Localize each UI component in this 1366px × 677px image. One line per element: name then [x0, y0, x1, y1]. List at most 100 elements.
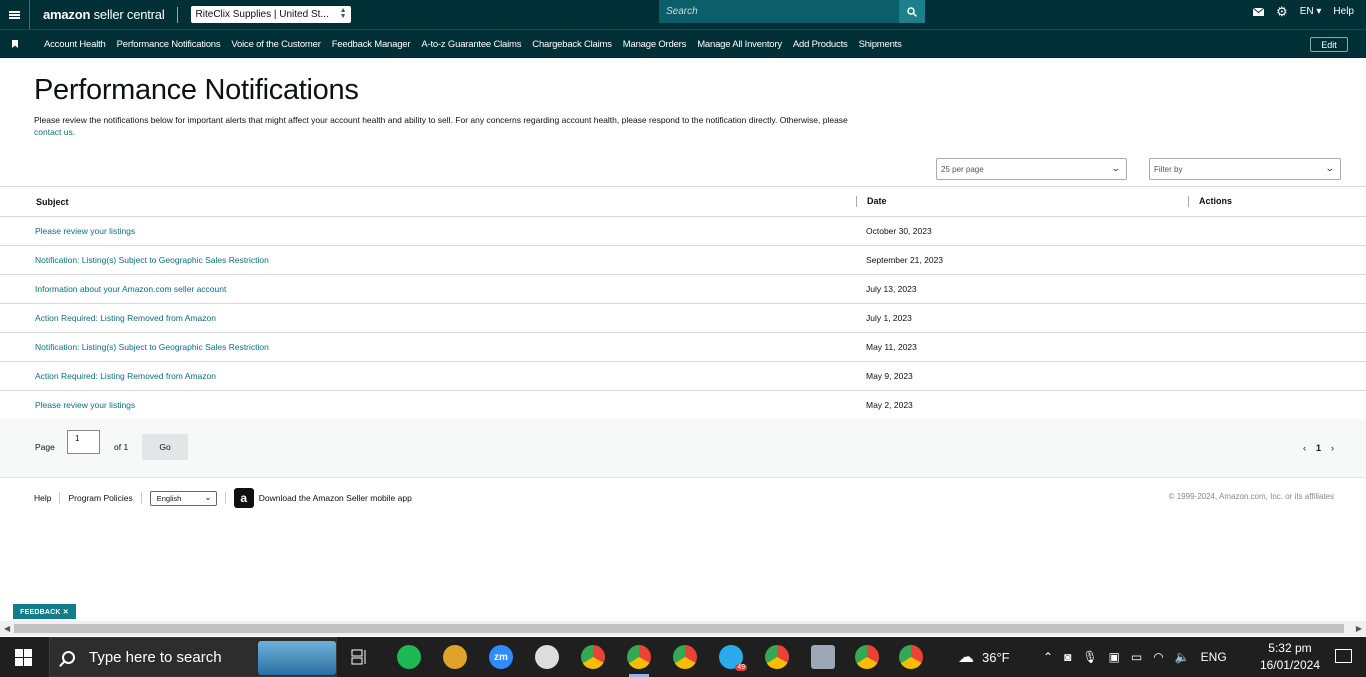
- microphone-icon[interactable]: 🎙: [1082, 650, 1097, 664]
- chrome-profile-orange-icon[interactable]: [765, 645, 789, 669]
- nav-manage-inventory[interactable]: Manage All Inventory: [697, 39, 782, 50]
- description-text: Please review the notifications below fo…: [34, 115, 848, 125]
- search-input[interactable]: Search: [659, 0, 899, 23]
- menu-icon[interactable]: [0, 0, 30, 29]
- nav-shipments[interactable]: Shipments: [859, 39, 902, 50]
- battery-icon[interactable]: ▭: [1131, 650, 1142, 664]
- gear-icon[interactable]: ⚙: [1276, 5, 1288, 18]
- taskbar-search[interactable]: Type here to search: [49, 637, 337, 677]
- nav-feedback-manager[interactable]: Feedback Manager: [332, 39, 411, 50]
- camera-icon[interactable]: ◙: [1064, 650, 1071, 664]
- notification-date: October 30, 2023: [866, 226, 932, 236]
- page-footer: Help Program Policies English ⌄ a Downlo…: [34, 488, 1334, 508]
- notification-subject-link[interactable]: Information about your Amazon.com seller…: [35, 284, 226, 294]
- seller-central-logo[interactable]: amazon seller central: [43, 7, 165, 22]
- page-title: Performance Notifications: [34, 74, 359, 106]
- store-selector[interactable]: RiteClix Supplies | United St... ▲ ▼: [190, 6, 351, 23]
- chevron-down-icon: ⌄: [1325, 163, 1336, 173]
- language-label: EN: [1299, 6, 1314, 17]
- chrome-profile-s-icon[interactable]: [855, 645, 879, 669]
- nav-account-health[interactable]: Account Health: [44, 39, 106, 50]
- notification-subject-link[interactable]: Action Required: Listing Removed from Am…: [35, 371, 216, 381]
- download-app-link[interactable]: Download the Amazon Seller mobile app: [259, 493, 412, 503]
- wifi-icon[interactable]: ◠: [1153, 650, 1163, 664]
- nav-add-products[interactable]: Add Products: [793, 39, 848, 50]
- chevron-down-icon: ⌄: [204, 491, 212, 502]
- column-subject[interactable]: Subject: [36, 197, 69, 207]
- amazon-app-icon[interactable]: a: [233, 488, 254, 508]
- chevron-right-icon[interactable]: ›: [1331, 443, 1334, 453]
- nav-chargeback-claims[interactable]: Chargeback Claims: [532, 39, 612, 50]
- nav-performance-notifications[interactable]: Performance Notifications: [117, 39, 221, 50]
- contact-us-link[interactable]: contact us.: [34, 127, 75, 137]
- notifications-table: Subject Date Actions Please review your …: [0, 186, 1366, 420]
- input-language[interactable]: ENG: [1201, 650, 1227, 664]
- chrome-profile-m-icon[interactable]: [673, 645, 697, 669]
- edit-nav-button[interactable]: Edit: [1310, 37, 1348, 52]
- spotify-icon[interactable]: [397, 645, 421, 669]
- nav-a-to-z-claims[interactable]: A-to-z Guarantee Claims: [421, 39, 521, 50]
- mail-icon[interactable]: [1253, 7, 1265, 16]
- page-number-input[interactable]: 1: [67, 430, 100, 454]
- chevron-left-icon[interactable]: ‹: [1303, 443, 1306, 453]
- table-row: Please review your listings October 30, …: [0, 217, 1366, 246]
- store-selector-label: RiteClix Supplies | United St...: [195, 9, 329, 20]
- filter-placeholder: Filter by: [1154, 164, 1183, 174]
- notification-date: July 1, 2023: [866, 313, 912, 323]
- notification-subject-link[interactable]: Notification: Listing(s) Subject to Geog…: [35, 342, 269, 352]
- footer-divider: [59, 492, 61, 504]
- footer-help-link[interactable]: Help: [34, 493, 51, 503]
- scrollbar-thumb[interactable]: [14, 624, 1344, 633]
- calculator-icon[interactable]: [811, 645, 835, 669]
- app-icon[interactable]: [443, 645, 467, 669]
- page-label: Page: [35, 442, 55, 452]
- notification-center-icon[interactable]: [1335, 649, 1352, 663]
- system-tray: ⌃ ◙ 🎙 ▣ ▭ ◠ 🔈 ENG: [1043, 637, 1227, 677]
- search-icon: [907, 6, 917, 17]
- system-clock[interactable]: 5:32 pm 16/01/2024: [1260, 640, 1320, 674]
- scroll-left-arrow-icon[interactable]: ◀: [4, 624, 10, 633]
- table-row: Please review your listings May 2, 2023: [0, 391, 1366, 420]
- windows-start-icon[interactable]: [15, 649, 32, 666]
- volume-icon[interactable]: 🔈: [1175, 650, 1190, 664]
- chevron-up-icon[interactable]: ⌃: [1043, 650, 1053, 664]
- nav-manage-orders[interactable]: Manage Orders: [623, 39, 687, 50]
- notification-subject-link[interactable]: Notification: Listing(s) Subject to Geog…: [35, 255, 269, 265]
- language-selector[interactable]: EN ▾: [1300, 6, 1322, 17]
- notification-date: May 2, 2023: [866, 400, 913, 410]
- zoom-icon[interactable]: zm: [489, 645, 513, 669]
- footer-language-select[interactable]: English ⌄: [149, 490, 217, 506]
- table-header: Subject Date Actions: [0, 187, 1366, 217]
- pager-nav: ‹ 1 ›: [1303, 443, 1334, 453]
- nav-items: Account Health Performance Notifications…: [44, 39, 902, 50]
- feedback-button[interactable]: FEEDBACK ✕: [13, 604, 76, 619]
- filter-select[interactable]: Filter by ⌄: [1149, 158, 1341, 180]
- nav-voice-of-customer[interactable]: Voice of the Customer: [231, 39, 320, 50]
- per-page-value: 25 per page: [941, 164, 984, 174]
- scroll-right-arrow-icon[interactable]: ▶: [1356, 624, 1362, 633]
- notification-subject-link[interactable]: Please review your listings: [35, 400, 135, 410]
- weather-widget[interactable]: ☁ 36°F: [958, 637, 1010, 677]
- bookmark-icon[interactable]: [0, 40, 30, 48]
- help-link[interactable]: Help: [1333, 6, 1354, 17]
- header-actions: ⚙ EN ▾ Help: [1253, 0, 1354, 23]
- notification-subject-link[interactable]: Action Required: Listing Removed from Am…: [35, 313, 216, 323]
- program-policies-link[interactable]: Program Policies: [68, 493, 132, 503]
- device-icon[interactable]: ▣: [1109, 650, 1120, 664]
- go-button[interactable]: Go: [142, 434, 188, 460]
- current-page[interactable]: 1: [1316, 443, 1321, 453]
- telegram-icon[interactable]: 49: [719, 645, 747, 671]
- chrome-icon[interactable]: [581, 645, 605, 669]
- notification-date: September 21, 2023: [866, 255, 944, 265]
- per-page-select[interactable]: 25 per page ⌄: [936, 158, 1127, 180]
- task-view-icon[interactable]: [351, 649, 369, 665]
- header-divider: [176, 6, 178, 23]
- notification-subject-link[interactable]: Please review your listings: [35, 226, 135, 236]
- snipping-tool-icon[interactable]: [535, 645, 559, 669]
- search-placeholder: Search: [666, 6, 698, 17]
- chrome-profile-l-icon[interactable]: [627, 645, 651, 669]
- chrome-profile-r-icon[interactable]: [899, 645, 923, 669]
- horizontal-scrollbar[interactable]: ◀ ▶: [0, 621, 1366, 636]
- search-button[interactable]: [899, 0, 925, 23]
- column-date[interactable]: Date: [856, 196, 887, 207]
